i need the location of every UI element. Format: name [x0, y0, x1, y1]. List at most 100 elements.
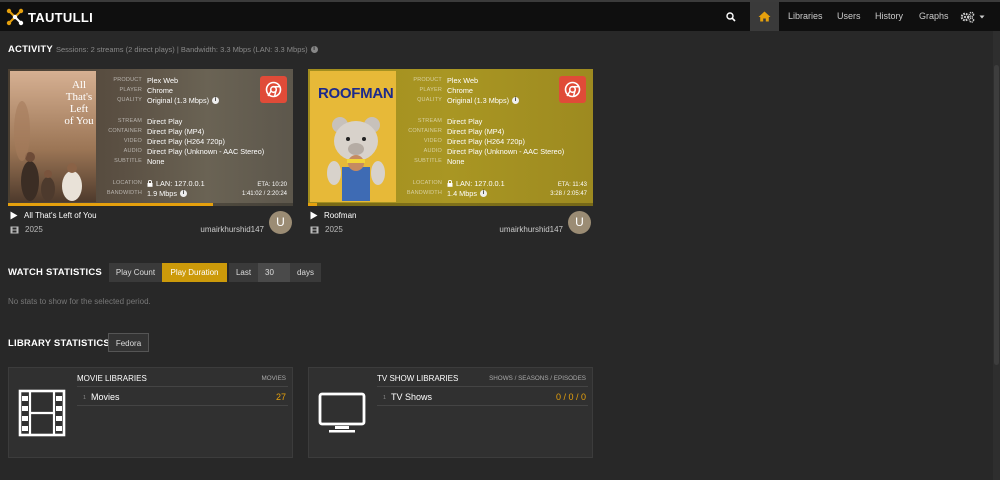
- poster-bear-art: [327, 117, 385, 201]
- scrollbar-thumb[interactable]: [994, 65, 999, 365]
- row-audio: AUDIO Direct Play (Unknown - AAC Stereo): [123, 146, 265, 156]
- poster-title: ROOFMAN: [318, 85, 394, 102]
- library-rank: 1: [383, 395, 387, 401]
- nav-history[interactable]: History: [875, 2, 903, 31]
- row-container: CONTAINER Direct Play (MP4): [408, 126, 505, 136]
- library-name[interactable]: Movies: [91, 392, 120, 402]
- film-icon: [310, 226, 319, 233]
- panel-heading-right: SHOWS / SEASONS / EPISODES: [489, 375, 586, 382]
- chrome-player-badge: [260, 76, 287, 103]
- nav-home-button[interactable]: [750, 2, 779, 31]
- stream-user-1[interactable]: umairkhurshid147: [160, 225, 264, 234]
- movie-libraries-panel: MOVIE LIBRARIES MOVIES 1 Movies 27: [8, 367, 293, 458]
- home-icon: [758, 11, 771, 22]
- library-statistics-title: LIBRARY STATISTICS: [8, 338, 110, 349]
- row-video: VIDEO Direct Play (H264 720p): [123, 136, 225, 146]
- play-count-button[interactable]: Play Count: [109, 263, 162, 282]
- play-icon: [310, 211, 318, 220]
- panel-heading: TV SHOW LIBRARIES: [377, 374, 459, 383]
- chrome-icon: [564, 81, 581, 98]
- info-icon[interactable]: i: [512, 96, 520, 104]
- info-icon[interactable]: i: [212, 96, 220, 104]
- stream-progress-fill: [8, 203, 214, 206]
- stream-year-2: 2025: [310, 225, 343, 234]
- stream-time: 1:41:02 / 2:20:24: [241, 191, 287, 197]
- stream-year-text: 2025: [25, 225, 43, 234]
- activity-title: ACTIVITY: [8, 44, 53, 55]
- row-player: PLAYER Chrome: [119, 85, 173, 95]
- stream-progress-bar: [308, 203, 593, 206]
- stream-title-2[interactable]: Roofman: [310, 211, 356, 220]
- stream-user-2[interactable]: umairkhurshid147: [459, 225, 563, 234]
- library-name[interactable]: TV Shows: [391, 392, 432, 402]
- stream-time: 3:28 / 2:05:47: [550, 191, 587, 197]
- watch-statistics-title: WATCH STATISTICS: [8, 267, 102, 278]
- chrome-player-badge: [559, 76, 586, 103]
- lock-icon: [447, 179, 453, 187]
- row-subtitle: SUBTITLE None: [114, 156, 165, 166]
- search-button[interactable]: [722, 2, 740, 31]
- nav-graphs[interactable]: Graphs: [919, 2, 949, 31]
- stream-title-1[interactable]: All That's Left of You: [10, 211, 97, 220]
- stream-progress-bar: [8, 203, 293, 206]
- user-avatar-2[interactable]: U: [568, 211, 591, 234]
- top-navbar: TAUTULLI Libraries Users History Graphs: [0, 0, 1000, 31]
- play-duration-button[interactable]: Play Duration: [162, 263, 227, 282]
- divider: [77, 405, 288, 406]
- watch-stats-empty-message: No stats to show for the selected period…: [8, 297, 151, 306]
- info-icon[interactable]: i: [180, 189, 188, 197]
- play-icon: [10, 211, 18, 220]
- search-icon: [726, 11, 736, 22]
- stream-title-text: Roofman: [324, 211, 357, 220]
- tautulli-logo-icon: [6, 8, 24, 26]
- stream-title-text: All That's Left of You: [24, 211, 97, 220]
- settings-menu-button[interactable]: [960, 2, 985, 31]
- stream-eta: ETA: 11:43: [557, 182, 587, 188]
- tv-show-libraries-panel: TV SHOW LIBRARIES SHOWS / SEASONS / EPIS…: [308, 367, 593, 458]
- server-selector-button[interactable]: Fedora: [108, 333, 149, 352]
- library-count: 0 / 0 / 0: [555, 392, 586, 402]
- stream-year-1: 2025: [10, 225, 43, 234]
- gears-icon: [960, 11, 975, 23]
- lock-icon: [147, 179, 153, 187]
- caret-down-icon: [979, 15, 985, 18]
- info-icon[interactable]: i: [310, 46, 318, 53]
- divider: [77, 386, 288, 387]
- row-video: VIDEO Direct Play (H264 720p): [423, 136, 525, 146]
- tv-icon: [318, 392, 366, 433]
- row-stream: STREAM Direct Play: [117, 116, 183, 126]
- poster-title: All That's Left of You: [64, 79, 94, 127]
- brand-logo[interactable]: TAUTULLI: [6, 7, 93, 27]
- last-label: Last: [229, 263, 258, 282]
- row-quality: QUALITY Original (1.3 Mbps) i: [106, 95, 286, 105]
- info-icon[interactable]: i: [480, 189, 488, 197]
- stream-poster-2[interactable]: ROOFMAN: [310, 71, 396, 202]
- activity-summary-text: Sessions: 2 streams (2 direct plays) | B…: [56, 45, 308, 54]
- chrome-icon: [265, 81, 282, 98]
- user-avatar-1[interactable]: U: [269, 211, 292, 234]
- film-icon: [18, 389, 66, 437]
- days-input[interactable]: 30: [258, 263, 290, 282]
- library-rank: 1: [83, 395, 87, 401]
- stream-poster-1[interactable]: All That's Left of You: [10, 71, 96, 202]
- nav-users[interactable]: Users: [837, 2, 861, 31]
- row-audio: AUDIO Direct Play (Unknown - AAC Stereo): [423, 146, 565, 156]
- days-label: days: [290, 263, 321, 282]
- brand-name: TAUTULLI: [28, 9, 93, 25]
- nav-libraries[interactable]: Libraries: [788, 2, 823, 31]
- panel-heading: MOVIE LIBRARIES: [77, 374, 147, 383]
- library-count: 27: [275, 392, 286, 402]
- row-container: CONTAINER Direct Play (MP4): [108, 126, 205, 136]
- activity-summary: Sessions: 2 streams (2 direct plays) | B…: [56, 45, 318, 54]
- stream-card-1[interactable]: All That's Left of You PRODUCT Plex Web P…: [8, 69, 293, 206]
- row-stream: STREAM Direct Play: [417, 116, 483, 126]
- row-subtitle: SUBTITLE None: [414, 156, 465, 166]
- stream-eta: ETA: 10:20: [257, 182, 287, 188]
- stream-progress-fill: [308, 203, 317, 206]
- row-product: PRODUCT Plex Web: [113, 75, 179, 85]
- page-scrollbar[interactable]: [993, 31, 1000, 480]
- film-icon: [10, 226, 19, 233]
- stream-card-2[interactable]: ROOFMAN PRODUCT Plex Web PLAYER Chrome QUA…: [308, 69, 593, 206]
- stream-year-text: 2025: [325, 225, 343, 234]
- divider: [377, 386, 588, 387]
